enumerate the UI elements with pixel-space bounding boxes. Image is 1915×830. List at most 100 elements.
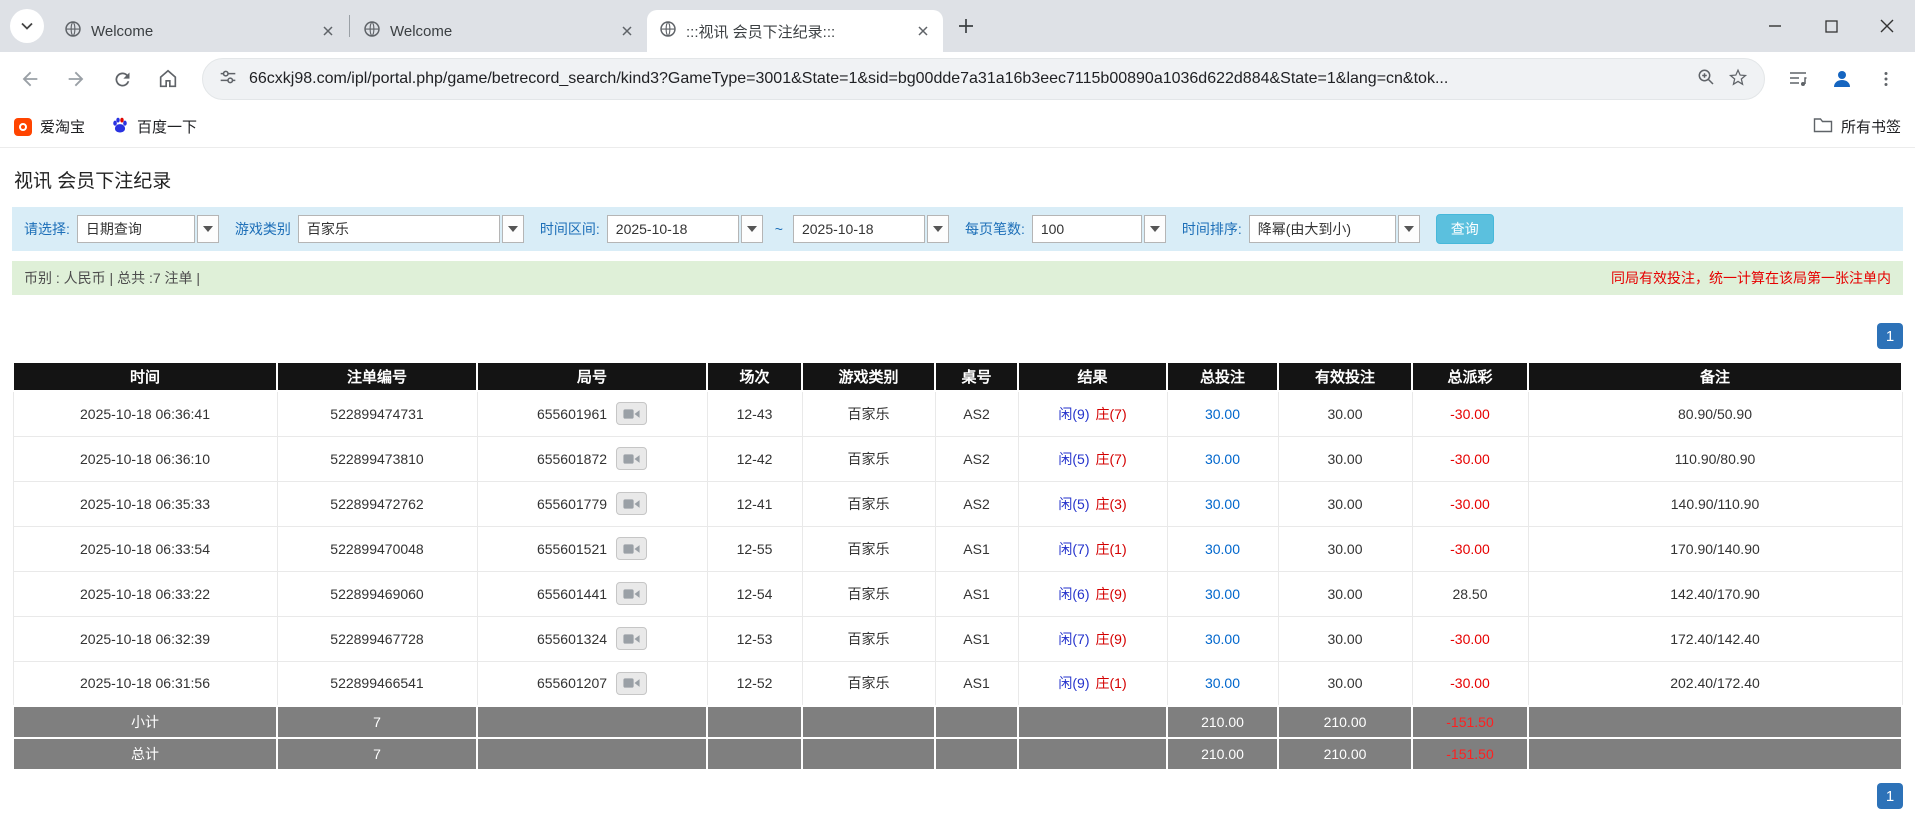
- cell-bet-id: 522899466541: [277, 661, 477, 706]
- video-replay-icon[interactable]: [616, 447, 647, 470]
- round-number: 655601441: [537, 586, 607, 602]
- tab-close-icon[interactable]: [318, 21, 338, 41]
- total-bet-link[interactable]: 30.00: [1205, 675, 1240, 691]
- total-bet-link[interactable]: 30.00: [1205, 451, 1240, 467]
- result-banker: 庄(9): [1096, 631, 1127, 647]
- maximize-button[interactable]: [1803, 0, 1859, 52]
- profile-avatar-icon[interactable]: [1823, 60, 1861, 98]
- tab-close-icon[interactable]: [617, 21, 637, 41]
- bookmark-baidu[interactable]: 百度一下: [111, 116, 197, 138]
- url-text[interactable]: 66cxkj98.com/ipl/portal.php/game/betreco…: [249, 70, 1684, 88]
- date-from-select[interactable]: 2025-10-18: [607, 215, 763, 243]
- cell-result: 闲(7)庄(1): [1018, 526, 1167, 571]
- query-type-label: 请选择:: [24, 219, 70, 239]
- video-replay-icon[interactable]: [616, 492, 647, 515]
- pagination-bottom: 1: [12, 783, 1903, 809]
- page-number-button[interactable]: 1: [1877, 783, 1903, 809]
- subtotal-row: 小计 7 210.00 210.00 -151.50: [13, 706, 1902, 738]
- bet-table-body: 2025-10-18 06:36:41 522899474731 6556019…: [13, 391, 1902, 706]
- bookmark-taobao[interactable]: 爱淘宝: [14, 116, 85, 137]
- table-row: 2025-10-18 06:32:39 522899467728 6556013…: [13, 616, 1902, 661]
- video-replay-icon[interactable]: [616, 402, 647, 425]
- address-bar[interactable]: 66cxkj98.com/ipl/portal.php/game/betreco…: [202, 58, 1765, 100]
- chevron-down-icon[interactable]: [927, 215, 949, 243]
- total-bet-link[interactable]: 30.00: [1205, 631, 1240, 647]
- close-button[interactable]: [1859, 0, 1915, 52]
- page-size-select[interactable]: 100: [1032, 215, 1166, 243]
- cell-time: 2025-10-18 06:33:22: [13, 571, 277, 616]
- cell-bet-id: 522899472762: [277, 481, 477, 526]
- cell-remark: 80.90/50.90: [1528, 391, 1902, 436]
- chevron-down-icon[interactable]: [741, 215, 763, 243]
- sort-select[interactable]: 降幂(由大到小): [1249, 215, 1420, 243]
- video-replay-icon[interactable]: [616, 627, 647, 650]
- tab-bet-records[interactable]: :::视讯 会员下注纪录:::: [647, 10, 943, 52]
- all-bookmarks-button[interactable]: 所有书签: [1813, 116, 1901, 137]
- reload-button[interactable]: [102, 59, 142, 99]
- cell-round: 655601961: [477, 391, 707, 436]
- column-header: 有效投注: [1278, 362, 1412, 391]
- round-number: 655601521: [537, 541, 607, 557]
- tab-welcome-1[interactable]: Welcome: [52, 10, 348, 52]
- footer-empty-cell: [1528, 738, 1902, 770]
- tab-title: :::视讯 会员下注纪录:::: [686, 21, 904, 42]
- cell-result: 闲(6)庄(9): [1018, 571, 1167, 616]
- column-header: 桌号: [935, 362, 1018, 391]
- footer-empty-cell: [1018, 706, 1167, 738]
- date-to-value[interactable]: 2025-10-18: [793, 215, 925, 243]
- footer-empty-cell: [1018, 738, 1167, 770]
- query-type-select[interactable]: 日期查询: [77, 215, 219, 243]
- result-banker: 庄(7): [1096, 406, 1127, 422]
- profile-chevron-button[interactable]: [10, 9, 44, 43]
- video-replay-icon[interactable]: [616, 537, 647, 560]
- cell-game-type: 百家乐: [802, 481, 935, 526]
- cell-round: 655601872: [477, 436, 707, 481]
- cell-payout: -30.00: [1412, 391, 1528, 436]
- page-size-value[interactable]: 100: [1032, 215, 1142, 243]
- tab-close-icon[interactable]: [913, 21, 933, 41]
- query-type-value[interactable]: 日期查询: [77, 215, 195, 243]
- new-tab-button[interactable]: [949, 9, 983, 43]
- result-player: 闲(5): [1058, 451, 1089, 467]
- video-replay-icon[interactable]: [616, 672, 647, 695]
- cell-result: 闲(9)庄(1): [1018, 661, 1167, 706]
- date-range-label: 时间区间:: [540, 219, 600, 239]
- page-number-button[interactable]: 1: [1877, 323, 1903, 349]
- chevron-down-icon[interactable]: [502, 215, 524, 243]
- forward-button[interactable]: [56, 59, 96, 99]
- total-bet-link[interactable]: 30.00: [1205, 496, 1240, 512]
- game-type-select[interactable]: 百家乐: [298, 215, 524, 243]
- video-replay-icon[interactable]: [616, 582, 647, 605]
- cell-total-bet: 30.00: [1167, 481, 1278, 526]
- cell-table-no: AS1: [935, 661, 1018, 706]
- date-to-select[interactable]: 2025-10-18: [793, 215, 949, 243]
- bookmark-label: 爱淘宝: [40, 116, 85, 137]
- sort-value[interactable]: 降幂(由大到小): [1249, 215, 1396, 243]
- search-button[interactable]: 查询: [1436, 214, 1494, 244]
- menu-kebab-icon[interactable]: [1867, 60, 1905, 98]
- total-bet-link[interactable]: 30.00: [1205, 541, 1240, 557]
- game-type-value[interactable]: 百家乐: [298, 215, 500, 243]
- chevron-down-icon[interactable]: [1144, 215, 1166, 243]
- game-type-label: 游戏类别: [235, 219, 291, 239]
- globe-icon: [363, 20, 381, 42]
- total-bet-link[interactable]: 30.00: [1205, 586, 1240, 602]
- back-button[interactable]: [10, 59, 50, 99]
- minimize-button[interactable]: [1747, 0, 1803, 52]
- zoom-icon[interactable]: [1696, 67, 1716, 92]
- chevron-down-icon[interactable]: [1398, 215, 1420, 243]
- column-header: 游戏类别: [802, 362, 935, 391]
- tab-welcome-2[interactable]: Welcome: [351, 10, 647, 52]
- footer-empty-cell: [477, 738, 707, 770]
- round-number: 655601779: [537, 496, 607, 512]
- footer-empty-cell: [707, 738, 802, 770]
- site-info-icon[interactable]: [219, 68, 237, 91]
- bookmark-star-icon[interactable]: [1728, 67, 1748, 92]
- media-controls-icon[interactable]: [1779, 60, 1817, 98]
- home-button[interactable]: [148, 59, 188, 99]
- chevron-down-icon[interactable]: [197, 215, 219, 243]
- total-bet-link[interactable]: 30.00: [1205, 406, 1240, 422]
- round-number: 655601324: [537, 631, 607, 647]
- date-from-value[interactable]: 2025-10-18: [607, 215, 739, 243]
- cell-session: 12-41: [707, 481, 802, 526]
